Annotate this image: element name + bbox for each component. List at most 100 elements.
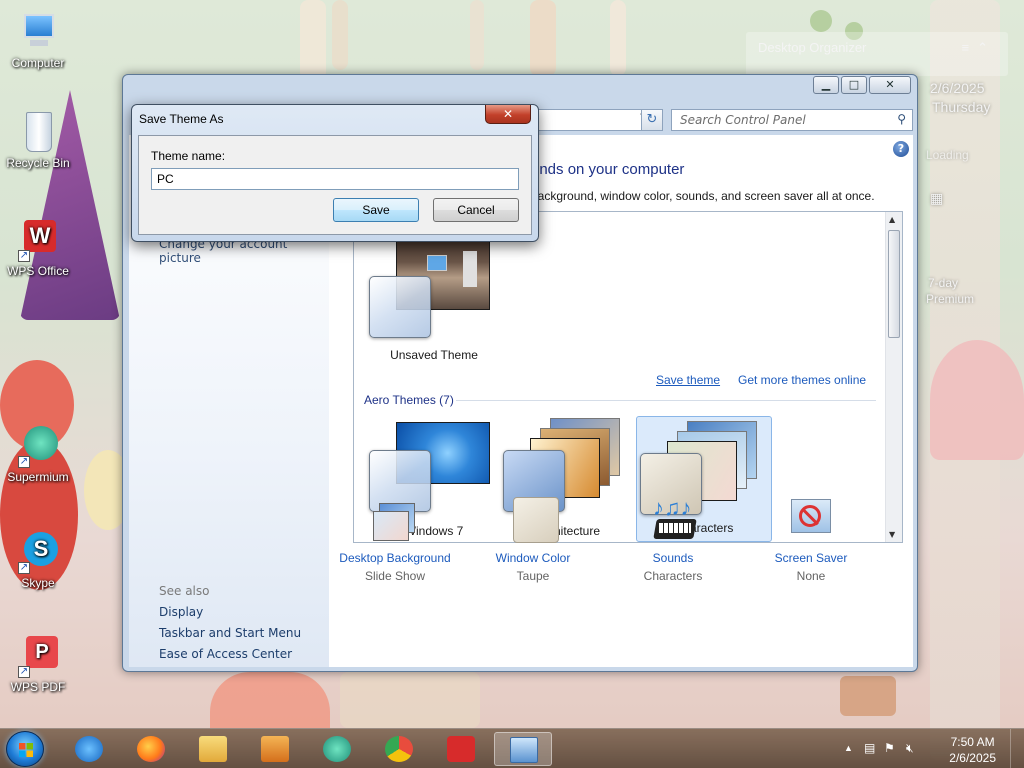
theme-item-unsaved[interactable]: Unsaved Theme	[366, 230, 502, 362]
get-more-themes-link[interactable]: Get more themes online	[738, 373, 866, 387]
theme-name-label: Theme name:	[151, 149, 226, 163]
tool-name: Sounds	[652, 551, 694, 565]
desktop-icon-skype[interactable]: S ↗ Skype	[0, 530, 76, 590]
scroll-down-icon[interactable]: ▼	[889, 530, 895, 539]
search-input[interactable]: Search Control Panel ⚲	[671, 109, 913, 131]
menu-icon[interactable]: ≡	[962, 40, 978, 55]
show-hidden-icons-button[interactable]: ▲	[844, 743, 853, 753]
taskbar-clock[interactable]: 7:50 AM 2/6/2025	[949, 734, 996, 766]
promo-line-2: Premium	[926, 292, 975, 306]
action-center-icon[interactable]: ⚑	[884, 741, 895, 755]
cancel-button[interactable]: Cancel	[433, 198, 519, 222]
scroll-up-icon[interactable]: ▲	[889, 215, 895, 224]
theme-list-scrollbar[interactable]: ▲ ▼	[885, 212, 902, 542]
volume-muted-icon[interactable]: 🔇︎	[906, 741, 914, 756]
desktop-icon-label: Supermium	[7, 470, 69, 484]
wps-office-icon	[447, 736, 475, 762]
desktop-icon-wps-pdf[interactable]: P ↗ WPS PDF	[0, 634, 76, 694]
save-button[interactable]: Save	[333, 198, 419, 222]
desktop-icon-label: WPS PDF	[10, 680, 66, 694]
taskbar-item-chromium[interactable]	[370, 732, 428, 766]
desktop-icon-recycle-bin[interactable]: Recycle Bin	[0, 110, 76, 170]
refresh-button[interactable]: ↻	[641, 109, 663, 131]
dialog-title: Save Theme As	[139, 112, 224, 126]
calendar-icon[interactable]: ▦	[930, 190, 943, 207]
tool-value: Taupe	[516, 569, 550, 583]
control-panel-icon	[510, 737, 538, 763]
dialog-body: Theme name: PC Save Cancel	[138, 135, 532, 235]
tool-value: Characters	[643, 569, 703, 583]
taskbar-item-supermium[interactable]	[308, 732, 366, 766]
network-icon[interactable]: ▤	[864, 741, 875, 755]
desktop-icon-label: Skype	[21, 576, 55, 590]
theme-list[interactable]: Unsaved Theme Save theme Get more themes…	[353, 211, 903, 543]
taskbar-item-media-player[interactable]	[246, 732, 304, 766]
theme-label: Unsaved Theme	[390, 348, 478, 362]
supermium-icon: ↗	[14, 424, 62, 468]
window-titlebar[interactable]: ▁ □ ✕	[123, 75, 917, 103]
nav-link-display[interactable]: Display	[159, 605, 329, 619]
start-button[interactable]	[6, 731, 44, 767]
clock-time: 7:50 AM	[950, 735, 995, 749]
refresh-icon: ↻	[646, 112, 658, 127]
desktop-background-button[interactable]: Desktop Background Slide Show	[325, 495, 465, 583]
see-also-title: See also	[159, 584, 210, 598]
internet-explorer-icon	[75, 736, 103, 762]
maximize-button[interactable]: □	[841, 76, 867, 94]
taskbar-item-wps-office[interactable]	[432, 732, 490, 766]
side-date: 2/6/2025	[930, 80, 985, 96]
desktop-organizer-gadget[interactable]: Desktop Organizer ≡⌃	[746, 32, 1008, 76]
chevron-up-icon[interactable]: ⌃	[977, 40, 996, 55]
media-player-icon	[261, 736, 289, 762]
screen-saver-button[interactable]: Screen Saver None	[741, 495, 881, 583]
nav-link-ease-of-access[interactable]: Ease of Access Center	[159, 647, 329, 661]
tool-value: None	[796, 569, 826, 583]
search-icon[interactable]: ⚲	[897, 112, 906, 126]
skype-icon: S ↗	[14, 530, 62, 574]
taskbar-item-internet-explorer[interactable]	[60, 732, 118, 766]
save-theme-dialog[interactable]: Save Theme As ✕ Theme name: PC Save Canc…	[131, 104, 539, 242]
aero-themes-title: Aero Themes (7)	[364, 393, 454, 407]
chromium-icon	[385, 736, 413, 762]
desktop-icon-label: Recycle Bin	[6, 156, 70, 170]
clock-date: 2/6/2025	[949, 751, 996, 765]
desktop-icon-wps-office[interactable]: W ↗ WPS Office	[0, 218, 76, 278]
side-day: Thursday	[932, 99, 991, 115]
theme-name-input[interactable]: PC	[151, 168, 519, 190]
system-tray: ▲ ▤ ⚑ 🔇︎ 7:50 AM 2/6/2025	[834, 729, 1024, 768]
taskbar-item-firefox[interactable]	[122, 732, 180, 766]
desktop-icon-label: WPS Office	[7, 264, 69, 278]
desktop-icon-supermium[interactable]: ↗ Supermium	[0, 424, 76, 484]
taskbar-item-file-explorer[interactable]	[184, 732, 242, 766]
desktop-icon-label: Computer	[11, 56, 65, 70]
window-color-button[interactable]: Window Color Taupe	[463, 495, 603, 583]
taskbar: ▲ ▤ ⚑ 🔇︎ 7:50 AM 2/6/2025	[0, 728, 1024, 768]
file-explorer-icon	[199, 736, 227, 762]
tool-value: Slide Show	[364, 569, 426, 583]
windows-logo-icon	[19, 743, 33, 757]
page-description: p background, window color, sounds, and …	[521, 189, 875, 203]
show-desktop-button[interactable]	[1010, 729, 1024, 768]
address-bar[interactable]: ▼	[531, 109, 653, 131]
wps-pdf-icon: P ↗	[14, 634, 62, 678]
save-theme-link[interactable]: Save theme	[656, 373, 720, 387]
group-divider	[456, 400, 876, 401]
tool-name: Desktop Background	[339, 551, 451, 565]
close-icon: ✕	[502, 107, 514, 121]
taskbar-item-control-panel[interactable]	[494, 732, 552, 766]
gadget-controls[interactable]: ≡⌃	[962, 40, 997, 56]
dialog-close-button[interactable]: ✕	[485, 105, 531, 124]
scrollbar-thumb[interactable]	[888, 230, 900, 338]
tool-name: Window Color	[495, 551, 571, 565]
window-controls: ▁ □ ✕	[813, 76, 911, 94]
minimize-button[interactable]: ▁	[813, 76, 839, 94]
desktop-icon-computer[interactable]: Computer	[0, 10, 76, 70]
recycle-bin-icon	[14, 110, 62, 154]
help-icon[interactable]: ?	[893, 141, 909, 157]
wps-office-icon: W ↗	[14, 218, 62, 262]
sounds-button[interactable]: ♪♫♪ Sounds Characters	[603, 495, 743, 583]
firefox-icon	[137, 736, 165, 762]
nav-link-taskbar[interactable]: Taskbar and Start Menu	[159, 626, 329, 640]
desktop-background-icon	[369, 495, 421, 545]
close-button[interactable]: ✕	[869, 76, 911, 94]
